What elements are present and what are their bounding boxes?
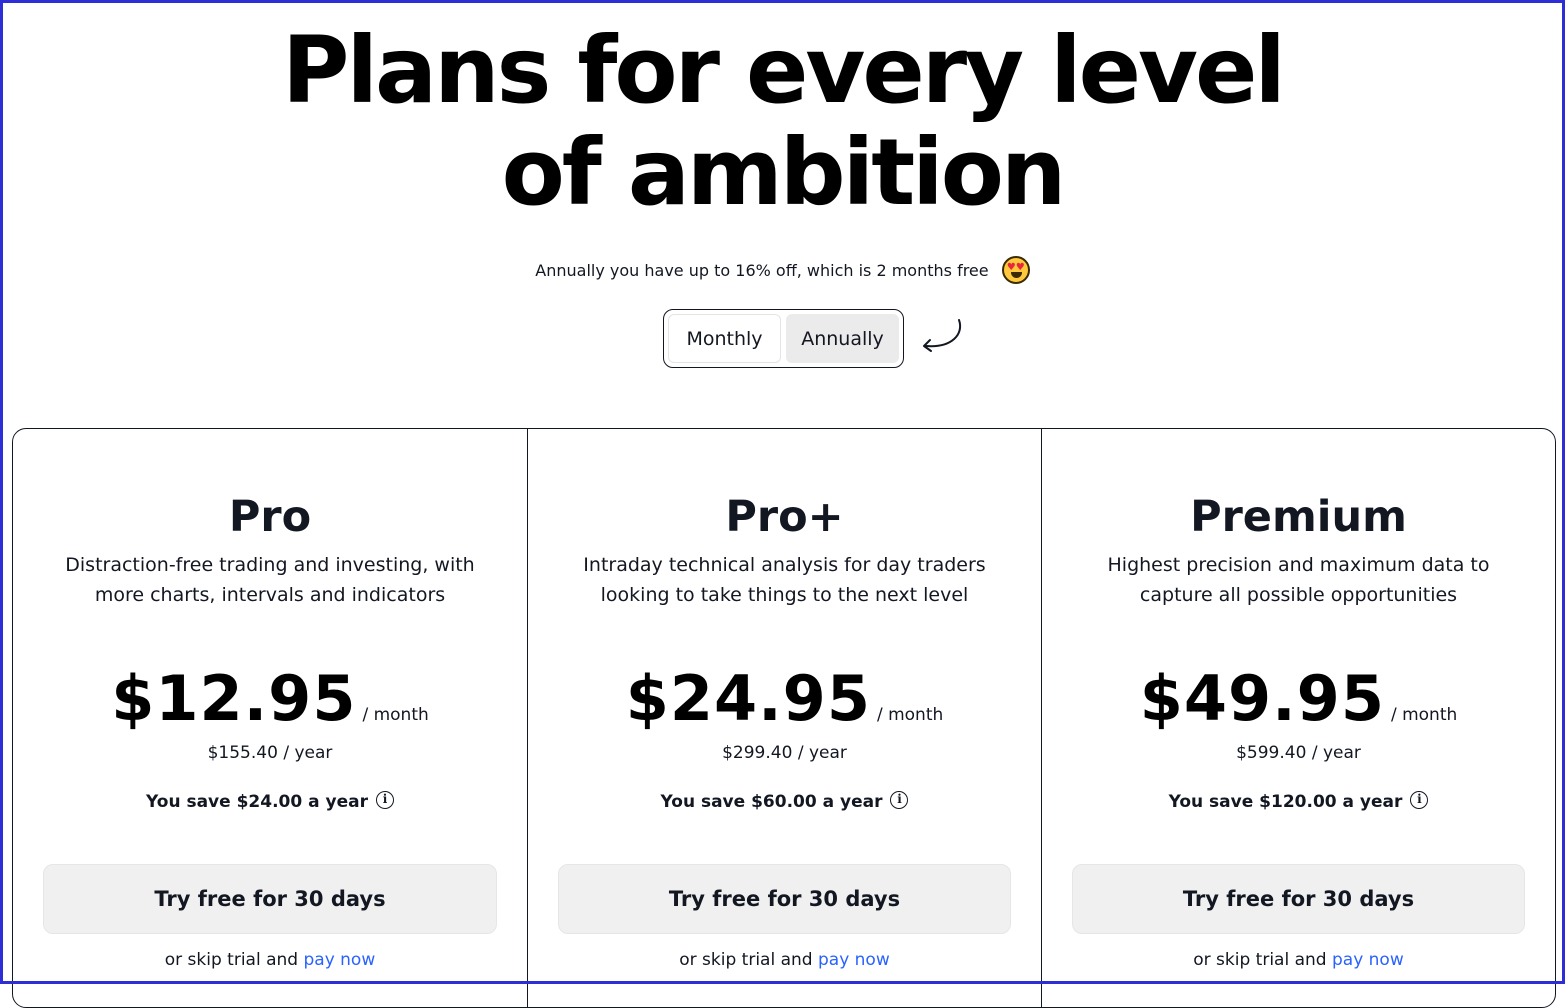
plan-name: Pro (228, 492, 312, 542)
pay-now-link[interactable]: pay now (1332, 950, 1404, 970)
annual-discount-note: Annually you have up to 16% off, which i… (0, 255, 1565, 286)
page-title: Plans for every level of ambition (0, 20, 1565, 224)
plan-yearly-total: $155.40 / year (207, 743, 333, 763)
plan-price-row: $49.95 / month (1042, 661, 1555, 737)
plan-savings: You save $24.00 a year i (13, 790, 527, 814)
plan-description: Highest precision and maximum data to ca… (1107, 554, 1490, 606)
plan-description: Distraction-free trading and investing, … (65, 554, 475, 606)
plan-price-period: / month (1390, 705, 1458, 725)
page-title-line-2: of ambition (501, 119, 1067, 226)
plan-price-row: $12.95 / month (13, 661, 527, 737)
info-icon[interactable]: i (375, 791, 394, 809)
info-icon[interactable]: i (890, 791, 909, 809)
skip-trial-text: or skip trial and (1193, 950, 1327, 970)
heart-eyes-emoji-icon: ♥ ♥ (1001, 255, 1030, 284)
try-free-button[interactable]: Try free for 30 days (43, 864, 497, 934)
plan-price-period: / month (876, 705, 944, 725)
plan-yearly-total: $599.40 / year (1236, 743, 1361, 763)
plan-card-pro: Pro Distraction-free trading and investi… (13, 429, 527, 1007)
billing-option-monthly[interactable]: Monthly (668, 314, 781, 363)
plan-description: Intraday technical analysis for day trad… (583, 554, 986, 606)
plan-price-row: $24.95 / month (528, 661, 1041, 737)
plan-price: $49.95 (1139, 662, 1385, 735)
plan-savings-text: You save $120.00 a year (1168, 792, 1403, 812)
pricing-plans: Pro Distraction-free trading and investi… (12, 428, 1556, 1008)
plan-name: Pro+ (725, 492, 844, 542)
plan-yearly-total: $299.40 / year (722, 743, 847, 763)
skip-trial-note: or skip trial and pay now (13, 948, 527, 972)
plan-price-period: / month (362, 705, 429, 725)
annual-discount-text: Annually you have up to 16% off, which i… (535, 261, 989, 280)
plan-price: $24.95 (625, 662, 871, 735)
pay-now-link[interactable]: pay now (303, 950, 375, 970)
page-title-line-1: Plans for every level (282, 17, 1286, 124)
skip-trial-note: or skip trial and pay now (528, 948, 1041, 972)
skip-trial-note: or skip trial and pay now (1042, 948, 1555, 972)
plan-name: Premium (1190, 492, 1407, 542)
plan-price: $12.95 (111, 662, 357, 735)
plan-savings: You save $120.00 a year i (1042, 790, 1555, 814)
curved-arrow-icon (923, 319, 962, 352)
info-icon[interactable]: i (1410, 791, 1429, 809)
try-free-button[interactable]: Try free for 30 days (1072, 864, 1525, 934)
billing-option-annually[interactable]: Annually (786, 314, 899, 363)
skip-trial-text: or skip trial and (164, 950, 299, 970)
plan-savings: You save $60.00 a year i (528, 790, 1041, 814)
billing-period-toggle: Monthly Annually (663, 309, 904, 368)
skip-trial-text: or skip trial and (679, 950, 813, 970)
plan-card-pro-plus: Pro+ Intraday technical analysis for day… (527, 429, 1041, 1007)
plan-savings-text: You save $60.00 a year (660, 792, 883, 812)
plan-savings-text: You save $24.00 a year (146, 792, 368, 812)
plan-card-premium: Premium Highest precision and maximum da… (1041, 429, 1555, 1007)
try-free-button[interactable]: Try free for 30 days (558, 864, 1011, 934)
pay-now-link[interactable]: pay now (818, 950, 890, 970)
